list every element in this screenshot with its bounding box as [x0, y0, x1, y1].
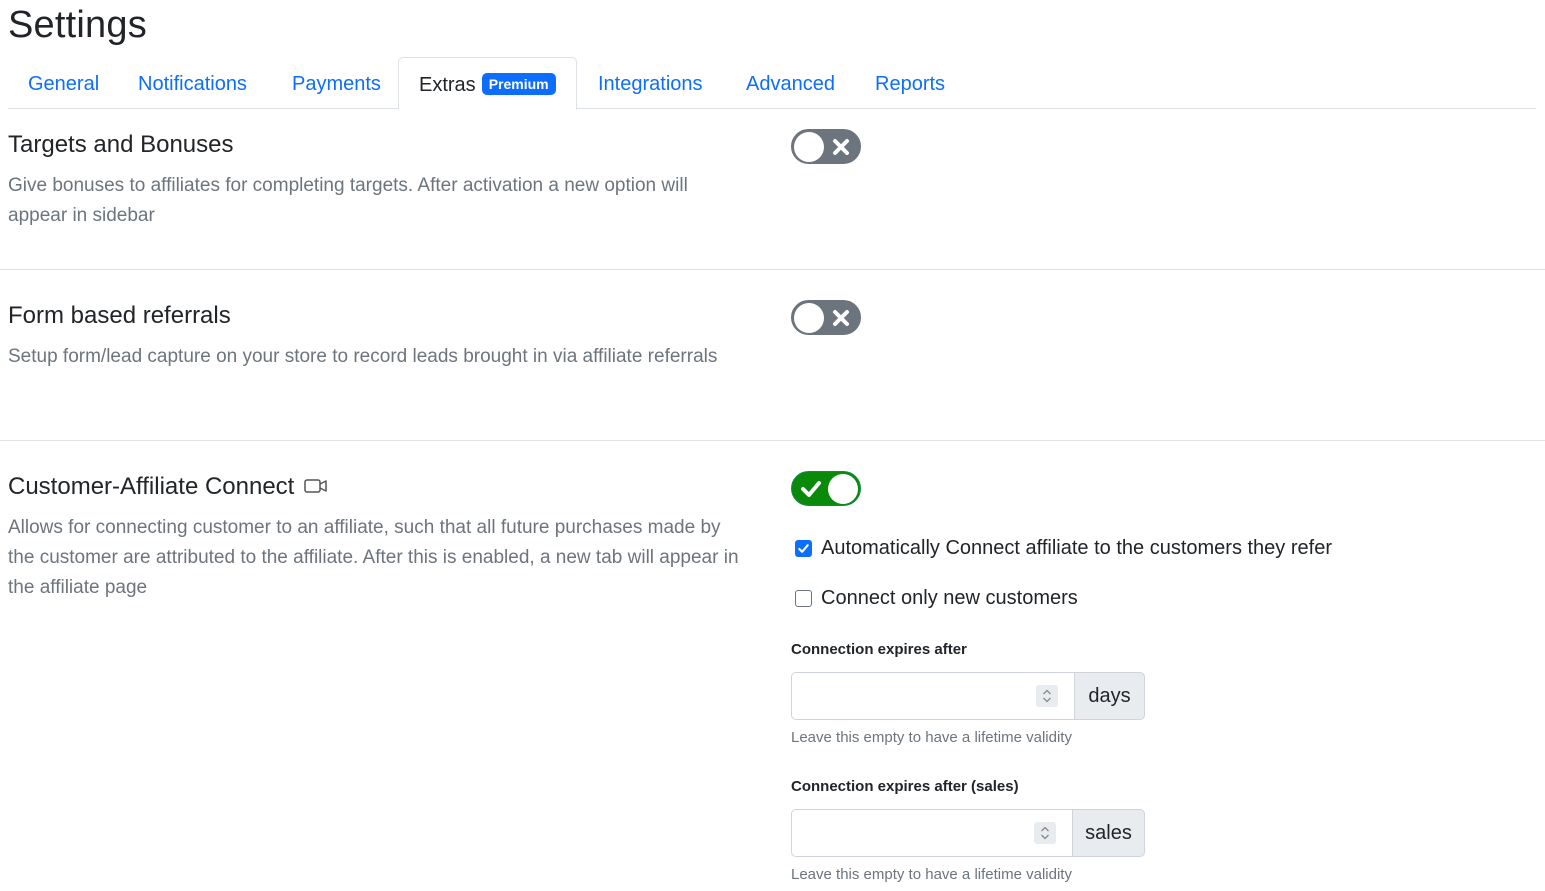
customer-connect-toggle[interactable] [791, 471, 861, 506]
number-spinner[interactable] [1036, 685, 1058, 707]
toggle-knob [794, 303, 824, 333]
auto-connect-label: Automatically Connect affiliate to the c… [821, 537, 1332, 559]
expires-days-label: Connection expires after [791, 641, 967, 658]
tab-reports[interactable]: Reports [875, 57, 945, 109]
close-icon [833, 139, 849, 155]
expires-sales-group: sales [791, 809, 1145, 857]
sales-addon: sales [1072, 809, 1145, 857]
form-referrals-toggle[interactable] [791, 300, 861, 335]
section-title-text: Customer-Affiliate Connect [8, 473, 295, 500]
checkmark-icon [798, 544, 809, 553]
section-title-targets: Targets and Bonuses [8, 131, 234, 158]
toggle-knob [828, 474, 858, 504]
spinner-arrows-icon [1043, 689, 1051, 703]
auto-connect-checkbox-row[interactable]: Automatically Connect affiliate to the c… [795, 537, 1332, 560]
new-only-checkbox-row[interactable]: Connect only new customers [795, 587, 1078, 610]
premium-badge: Premium [481, 72, 556, 95]
tab-extras-label: Extras [419, 74, 476, 96]
section-title-customer-connect: Customer-Affiliate Connect [8, 473, 328, 501]
expires-sales-label: Connection expires after (sales) [791, 778, 1019, 795]
auto-connect-checkbox[interactable] [795, 540, 812, 557]
tab-extras[interactable]: Extras Premium [398, 57, 577, 110]
section-desc-customer-connect: Allows for connecting customer to an aff… [8, 517, 739, 598]
new-only-checkbox[interactable] [795, 590, 812, 607]
close-icon [833, 310, 849, 326]
new-only-label: Connect only new customers [821, 587, 1078, 609]
section-desc-form-referrals: Setup form/lead capture on your store to… [8, 346, 718, 367]
expires-days-group: days [791, 672, 1145, 720]
spinner-arrows-icon [1041, 826, 1049, 840]
check-icon [801, 481, 821, 497]
number-spinner[interactable] [1034, 822, 1056, 844]
toggle-knob [794, 132, 824, 162]
section-desc-targets: Give bonuses to affiliates for completin… [8, 175, 688, 226]
days-addon: days [1074, 672, 1145, 720]
tab-general[interactable]: General [28, 57, 99, 109]
expires-sales-help: Leave this empty to have a lifetime vali… [791, 866, 1072, 883]
section-divider [0, 269, 1545, 270]
tab-integrations[interactable]: Integrations [598, 57, 703, 109]
expires-days-help: Leave this empty to have a lifetime vali… [791, 729, 1072, 746]
tab-advanced[interactable]: Advanced [746, 57, 835, 109]
video-icon[interactable] [304, 478, 328, 494]
expires-days-input[interactable] [791, 672, 1074, 720]
tab-payments[interactable]: Payments [292, 57, 381, 109]
settings-tabs: General Notifications Payments Extras Pre… [8, 57, 1536, 110]
tab-notifications[interactable]: Notifications [138, 57, 247, 109]
section-title-form-referrals: Form based referrals [8, 302, 231, 329]
targets-toggle[interactable] [791, 129, 861, 164]
expires-sales-input[interactable] [791, 809, 1072, 857]
section-divider [0, 440, 1545, 441]
page-title: Settings [8, 4, 147, 46]
